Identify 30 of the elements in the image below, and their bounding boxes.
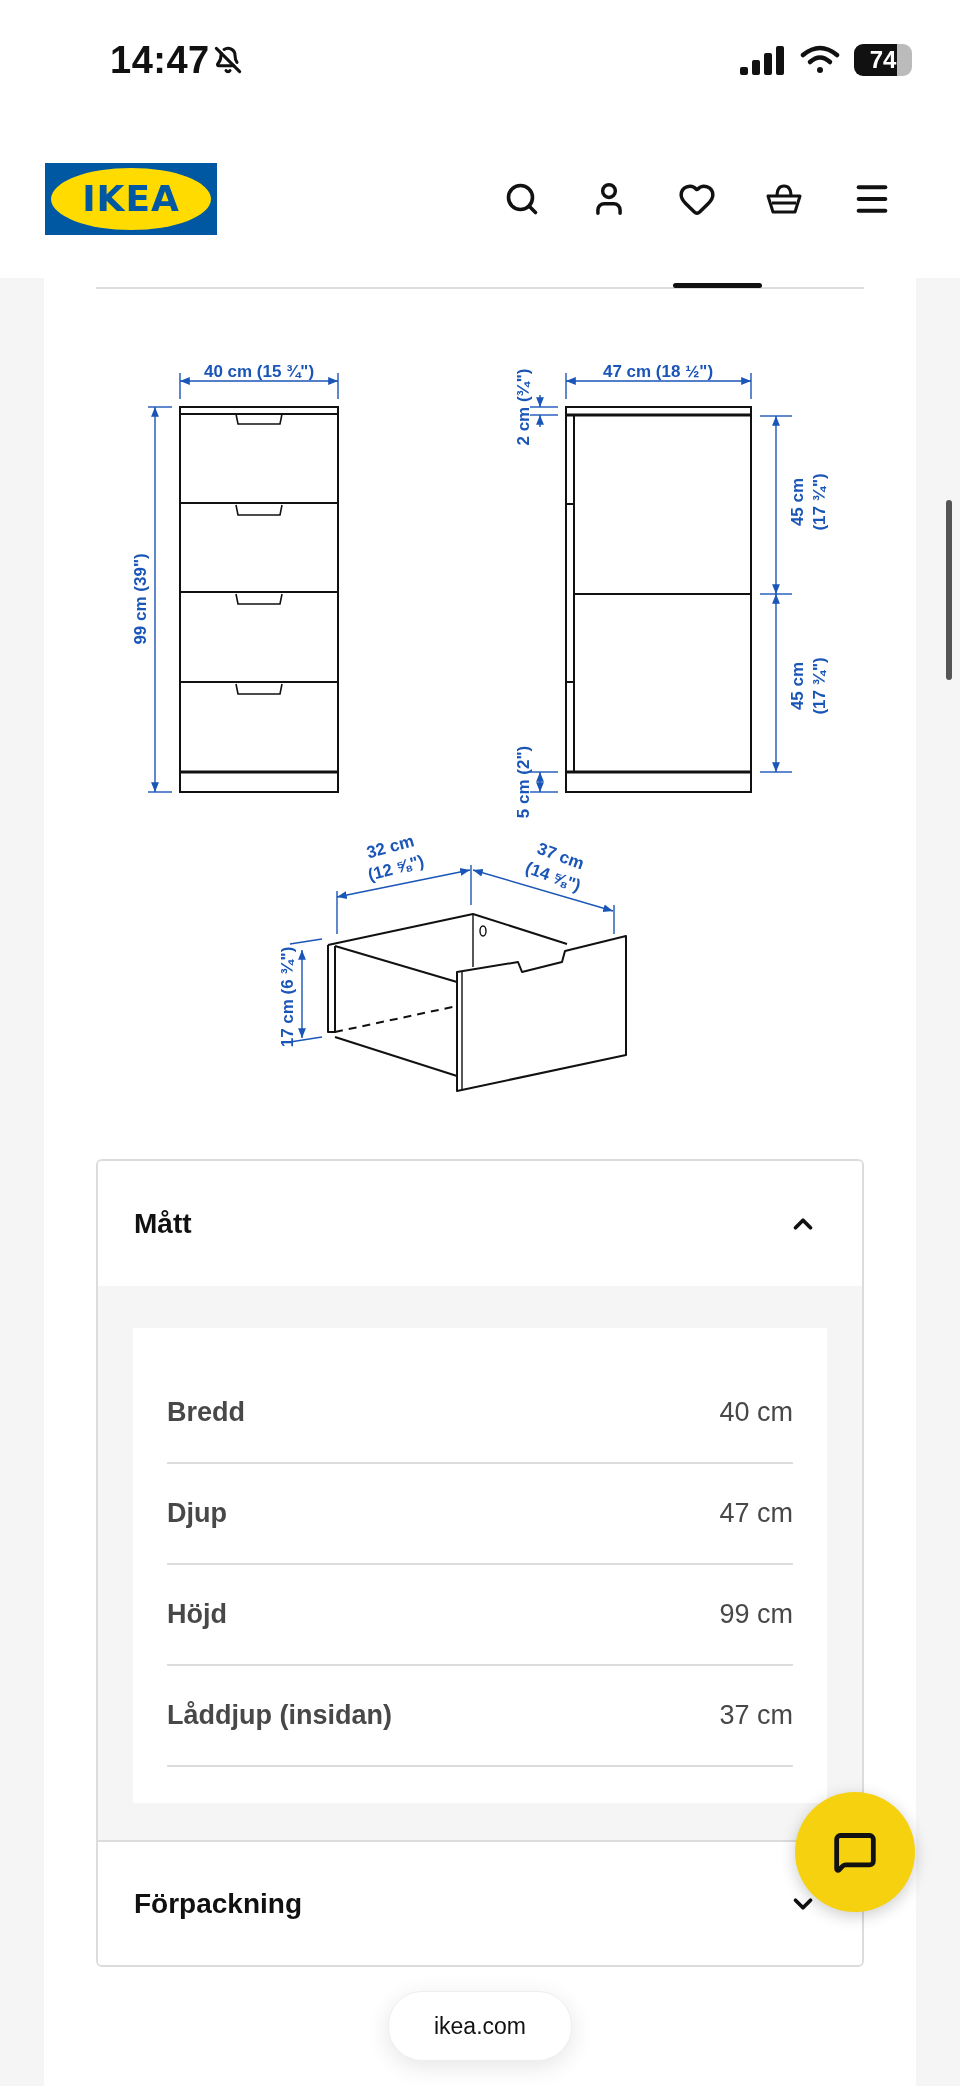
row-label: Djup xyxy=(167,1498,227,1529)
dimension-label: 2 cm (¾") xyxy=(514,368,533,446)
logo[interactable]: IKEA xyxy=(45,163,217,235)
clock: 14:47 xyxy=(110,38,210,82)
dimension-label: 32 cm (12 ⅝") xyxy=(364,831,427,885)
bell-off-icon xyxy=(213,46,242,74)
dimension-label: 17 cm (6 ¾") xyxy=(278,946,297,1048)
dimension-label: 5 cm (2") xyxy=(514,745,533,819)
dimension-label: 37 cm (14 ⅝") xyxy=(522,838,587,896)
wifi-icon xyxy=(800,45,840,75)
row-value: 40 cm xyxy=(719,1397,793,1428)
row-value: 99 cm xyxy=(719,1599,793,1630)
signal-icon xyxy=(740,45,786,75)
dimension-label: 45 cm (17 ¾") xyxy=(788,473,829,531)
row-value: 37 cm xyxy=(719,1700,793,1731)
row-label: Låddjup (insidan) xyxy=(167,1700,392,1731)
basket-button[interactable] xyxy=(766,183,802,215)
chat-icon xyxy=(833,1830,877,1874)
dimension-label: 99 cm (39") xyxy=(131,553,150,645)
row-value: 47 cm xyxy=(719,1498,793,1529)
dimension-label: 45 cm (17 ¾") xyxy=(788,657,829,715)
search-button[interactable] xyxy=(504,181,540,217)
basket-icon xyxy=(766,183,802,215)
battery-indicator: 74 xyxy=(854,44,912,76)
dimension-label: 47 cm (18 ½") xyxy=(602,362,714,381)
accordion-header[interactable]: Förpackning xyxy=(98,1840,862,1965)
row-label: Höjd xyxy=(167,1599,227,1630)
dimension-label: 40 cm (15 ¾") xyxy=(203,362,315,381)
url-pill[interactable]: ikea.com xyxy=(388,1991,572,2061)
row-label: Bredd xyxy=(167,1397,245,1428)
